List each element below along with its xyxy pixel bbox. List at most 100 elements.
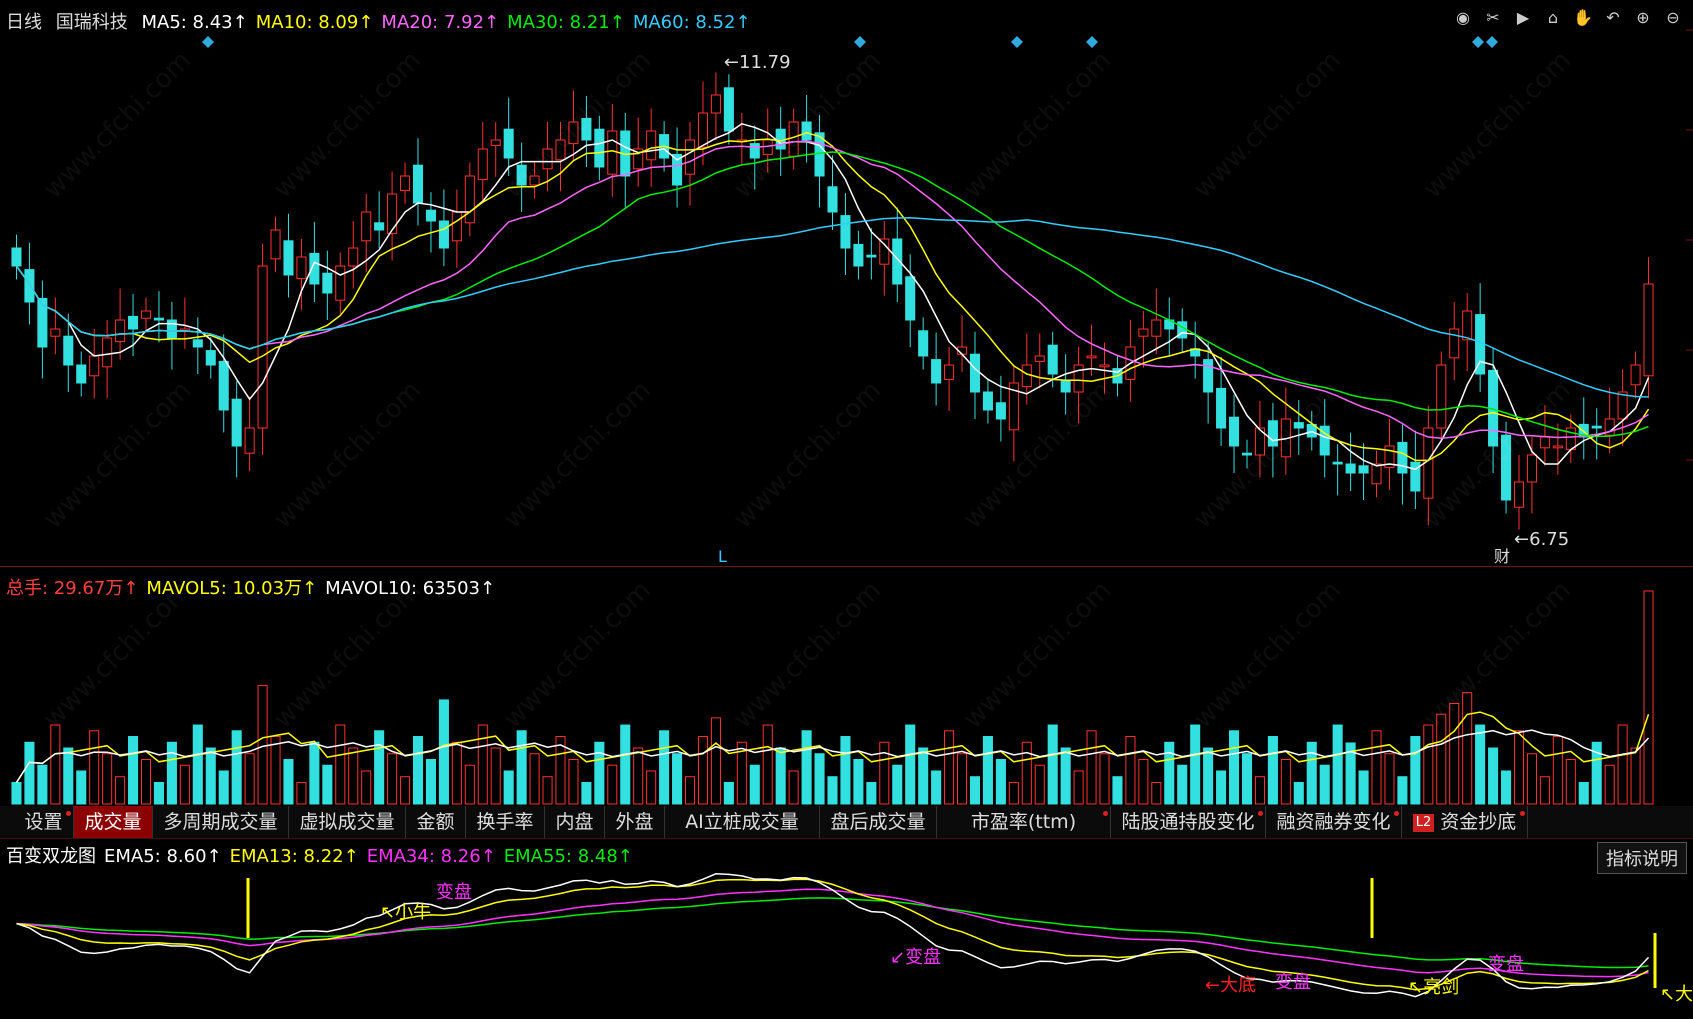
volume-bar: [425, 758, 436, 805]
candle: [672, 127, 683, 208]
volume-bar: [477, 724, 488, 805]
volume-bar: [659, 730, 670, 805]
tab-1[interactable]: 成交量: [74, 806, 153, 838]
candle: [529, 162, 540, 199]
volume-bar: [827, 776, 838, 805]
volume-bar: [672, 753, 683, 805]
tab-11[interactable]: 陆股通持股变化: [1111, 806, 1266, 838]
tab-7[interactable]: 外盘: [605, 806, 665, 838]
tab-13[interactable]: L2 资金抄底: [1402, 806, 1528, 838]
candle: [140, 297, 152, 332]
ema-chart[interactable]: ↖小牛变盘↙变盘←大底 变盘 ↖亮剑变盘↖大: [0, 838, 1693, 1019]
tab-dot: [1394, 811, 1399, 816]
candle: [11, 234, 22, 280]
candle: [931, 332, 942, 406]
volume-bar: [762, 724, 773, 805]
candle: [102, 320, 113, 399]
volume-bar: [1423, 724, 1434, 805]
candle: [179, 297, 190, 349]
volume-bar: [1229, 730, 1240, 805]
volume-bar: [594, 741, 605, 805]
tab-2[interactable]: 多周期成交量: [153, 806, 289, 838]
l-marker: L: [718, 547, 727, 566]
candle: [1358, 443, 1369, 500]
dragon-indicator-panel[interactable]: 百变双龙图 EMA5: 8.60↑ EMA13: 8.22↑ EMA34: 8.26↑…: [0, 838, 1693, 1019]
volume-bar: [283, 758, 294, 805]
tab-label: 市盈率(ttm): [970, 811, 1077, 833]
tab-label: 融资融券变化: [1276, 811, 1391, 833]
tab-6[interactable]: 内盘: [545, 806, 605, 838]
volume-bar: [749, 764, 760, 805]
volume-bar: [218, 770, 229, 805]
candle: [37, 280, 48, 379]
signal-label: ←大底: [1205, 975, 1256, 996]
volume-bar: [270, 736, 281, 805]
high-price-label: ←11.79: [724, 52, 791, 73]
volume-bar: [400, 776, 411, 805]
tab-dot: [66, 811, 71, 816]
candle: [244, 396, 255, 472]
candle: [50, 297, 61, 355]
candle: [89, 329, 100, 399]
candle: [348, 221, 359, 289]
volume-bar: [607, 764, 618, 805]
volume-bar: [1190, 724, 1201, 805]
tab-0[interactable]: 设置: [14, 806, 74, 838]
tab-10[interactable]: 市盈率(ttm): [937, 806, 1111, 838]
volume-bar: [1643, 590, 1654, 805]
tab-dot: [1258, 811, 1263, 816]
candle: [1151, 288, 1162, 355]
candle: [1008, 365, 1019, 462]
candle: [620, 113, 631, 208]
volume-bar: [1073, 770, 1084, 805]
diamond-marker: [1086, 36, 1098, 48]
candle: [736, 113, 747, 165]
ema34-line: [16, 888, 1649, 978]
candle: [516, 142, 527, 212]
candle: [477, 122, 488, 203]
tab-8[interactable]: AI立桩成交量: [665, 806, 820, 838]
volume-bar: [1267, 736, 1278, 805]
price-panel[interactable]: 日线 国瑞科技 MA5: 8.43↑ MA10: 8.09↑ MA20: 7.92↑…: [0, 0, 1693, 567]
volume-bar: [1449, 702, 1460, 805]
tab-9[interactable]: 盘后成交量: [820, 806, 937, 838]
candle: [969, 331, 981, 419]
tab-4[interactable]: 金额: [406, 806, 466, 838]
tab-3[interactable]: 虚拟成交量: [289, 806, 406, 838]
signal-label: ↖小牛: [380, 902, 431, 923]
volume-bar: [1138, 758, 1149, 805]
candle: [1462, 293, 1473, 372]
volume-bar: [801, 730, 812, 805]
candle: [1423, 405, 1434, 526]
ema13-line: [16, 878, 1649, 991]
indicator-tabbar: 设置 成交量 多周期成交量 虚拟成交量 金额 换手率 内盘 外盘 AI立桩成交量 盘后成交量 市盈率…: [0, 806, 1693, 839]
volume-panel[interactable]: 总手: 29.67万↑ MAVOL5: 10.03万↑ MAVOL10: 63503…: [0, 566, 1693, 807]
candle: [905, 254, 916, 347]
volume-bar: [905, 724, 916, 805]
volume-bar: [956, 753, 968, 805]
volume-bar: [788, 770, 799, 805]
volume-bar: [1008, 781, 1019, 805]
candle: [918, 317, 929, 370]
tab-12[interactable]: 融资融券变化: [1266, 806, 1402, 838]
candle: [568, 90, 579, 162]
volume-bar: [1371, 730, 1382, 805]
volume-chart[interactable]: [0, 566, 1693, 806]
candlestick-chart[interactable]: ←11.79 ←6.75财 L: [0, 0, 1693, 566]
tab-label: 多周期成交量: [163, 811, 278, 833]
tab-5[interactable]: 换手率: [466, 806, 545, 838]
candle: [451, 189, 462, 268]
volume-bar: [412, 736, 424, 805]
volume-bar: [503, 770, 514, 805]
candle: [684, 122, 696, 206]
volume-bar: [1513, 730, 1525, 805]
candle: [1436, 351, 1447, 442]
candle: [374, 191, 385, 248]
tab-label: 外盘: [615, 811, 654, 833]
volume-bar: [1475, 724, 1486, 805]
candle: [115, 288, 126, 360]
volume-bar: [244, 753, 255, 805]
volume-bar: [697, 736, 709, 805]
volume-bar: [1203, 747, 1214, 805]
volume-bar: [723, 781, 734, 805]
